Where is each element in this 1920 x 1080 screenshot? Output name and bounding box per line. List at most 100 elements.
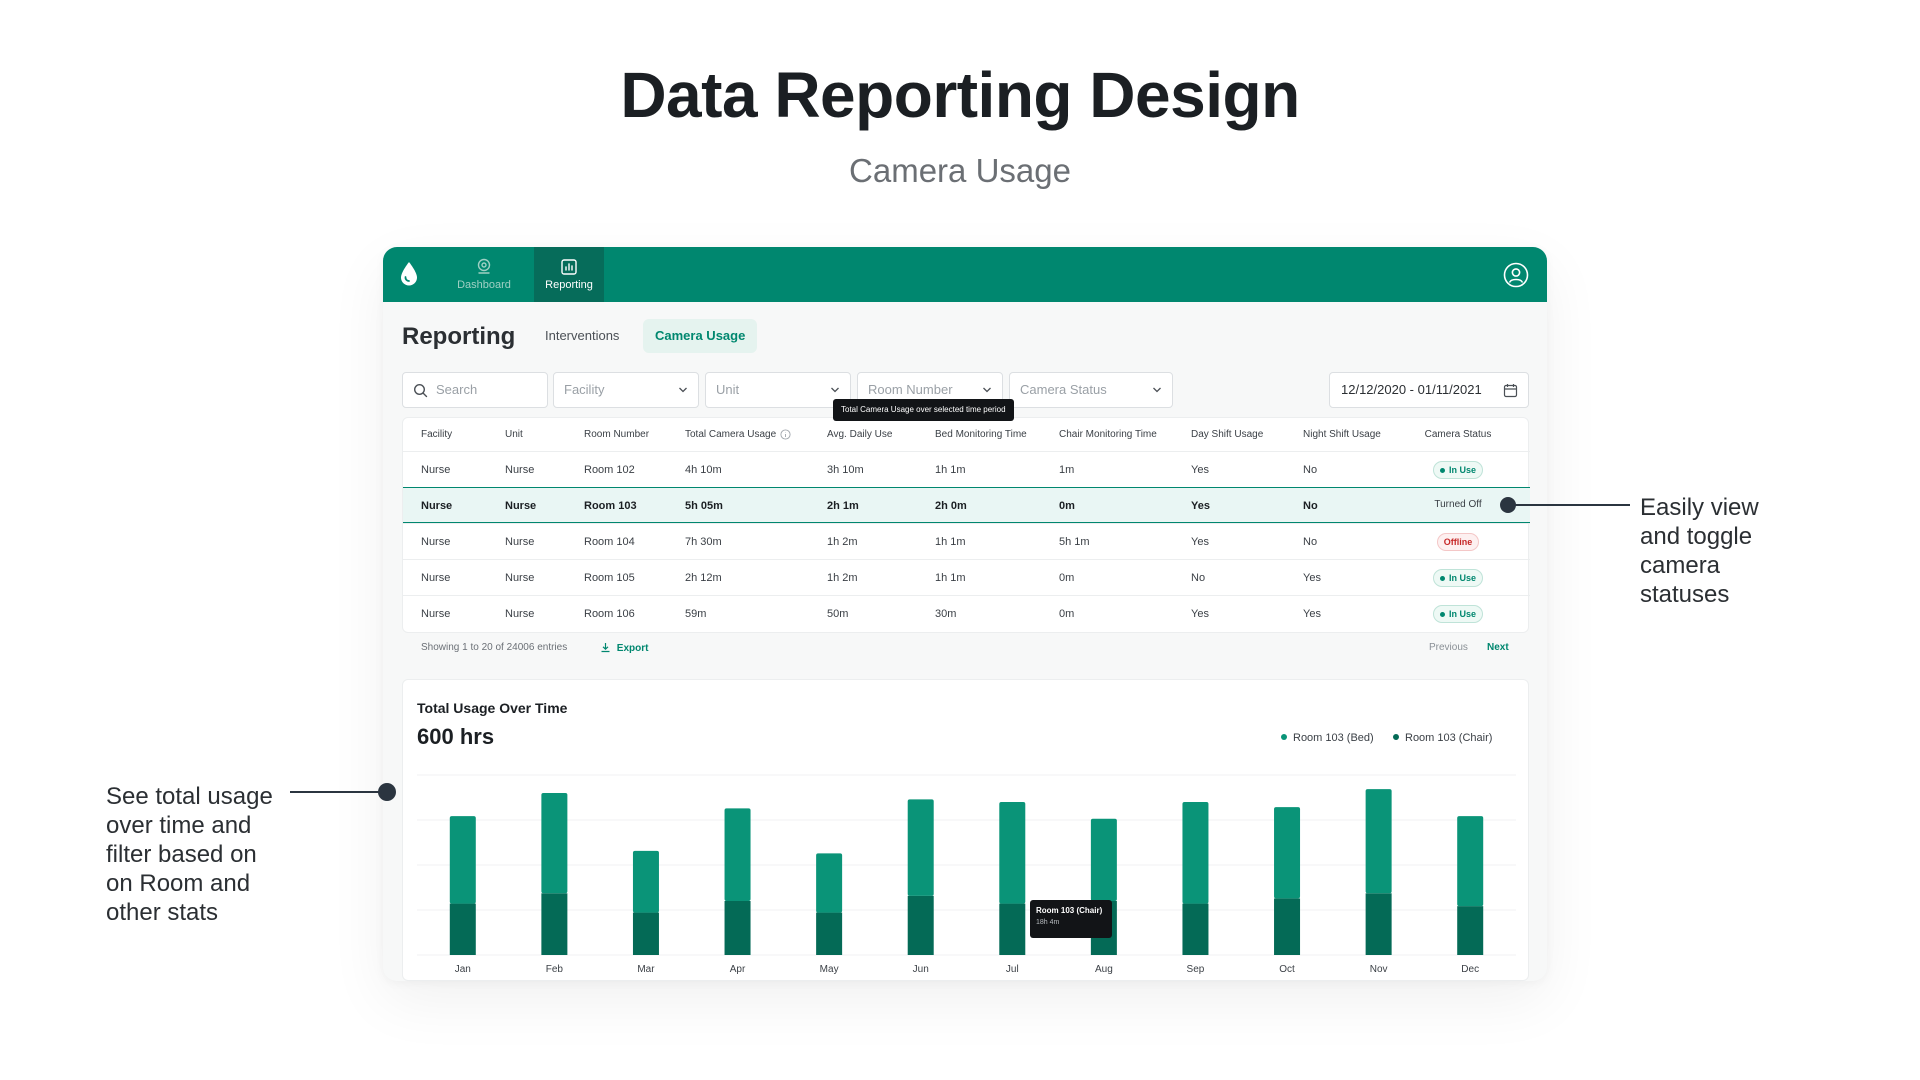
status-badge[interactable]: In Use — [1432, 605, 1483, 624]
cell-day: Yes — [1191, 464, 1209, 476]
usage-chart-card: Total Usage Over Time 600 hrs Room 103 (… — [402, 679, 1529, 981]
nav-reporting[interactable]: Reporting — [534, 247, 604, 302]
facility-select[interactable]: Facility — [553, 372, 699, 408]
chevron-down-icon — [679, 387, 687, 393]
bar-dec-bed[interactable] — [1457, 816, 1484, 907]
legend-item[interactable]: Room 103 (Bed) — [1281, 732, 1374, 744]
cell-status: Turned Off — [1403, 488, 1513, 524]
cell-unit: Nurse — [505, 608, 535, 620]
unit-select[interactable]: Unit — [705, 372, 851, 408]
status-badge[interactable]: In Use — [1432, 569, 1483, 588]
table-row[interactable]: Nurse Nurse Room 102 4h 10m 3h 10m 1h 1m… — [403, 451, 1530, 487]
chart-tooltip-label: Room 103 (Chair) — [1036, 906, 1103, 915]
legend-dot — [1281, 734, 1287, 740]
legend-dot — [1393, 734, 1399, 740]
bar-oct-bed[interactable] — [1274, 807, 1301, 899]
x-tick-label: Sep — [1187, 964, 1205, 975]
column-header[interactable]: Bed Monitoring Time — [935, 418, 1027, 451]
cell-facility: Nurse — [421, 608, 451, 620]
droplet-icon[interactable] — [399, 261, 419, 287]
bar-jun-chair[interactable] — [907, 895, 934, 955]
bar-sep-chair[interactable] — [1182, 903, 1209, 955]
cell-night: No — [1303, 464, 1318, 476]
bar-feb-chair[interactable] — [541, 893, 568, 955]
nav-dashboard[interactable]: Dashboard — [449, 247, 519, 302]
column-header[interactable]: Avg. Daily Use — [827, 418, 892, 451]
info-icon[interactable] — [780, 429, 791, 440]
column-header[interactable]: Unit — [505, 418, 523, 451]
cell-facility: Nurse — [421, 464, 451, 476]
column-header[interactable]: Room Number — [584, 418, 649, 451]
bar-jan-chair[interactable] — [449, 903, 476, 955]
camera-status-select[interactable]: Camera Status — [1009, 372, 1173, 408]
cell-avg: 1h 2m — [827, 572, 858, 584]
bar-jan-bed[interactable] — [449, 816, 476, 904]
search-icon — [413, 383, 428, 398]
date-range-picker[interactable]: 12/12/2020 - 01/11/2021 — [1329, 372, 1529, 408]
search-input[interactable]: Search — [402, 372, 548, 408]
user-circle-icon[interactable] — [1503, 262, 1529, 288]
bar-nov-chair[interactable] — [1365, 893, 1392, 955]
cell-facility: Nurse — [421, 500, 453, 512]
chart-total: 600 hrs — [417, 724, 495, 749]
chart-tooltip: Room 103 (Chair) 18h 4m — [1030, 900, 1112, 938]
status-badge[interactable]: Turned Off — [1428, 497, 1487, 515]
hero-title: Data Reporting Design — [620, 59, 1300, 131]
bar-mar-chair[interactable] — [632, 912, 659, 955]
previous-page-button[interactable]: Previous — [1429, 642, 1468, 653]
tab-camera-usage[interactable]: Camera Usage — [643, 319, 758, 353]
table-row[interactable]: Nurse Nurse Room 104 7h 30m 1h 2m 1h 1m … — [403, 523, 1530, 559]
bar-jun-bed[interactable] — [907, 799, 934, 896]
column-header[interactable]: Facility — [421, 418, 452, 451]
bar-may-bed[interactable] — [816, 853, 843, 913]
x-tick-label: Aug — [1095, 964, 1113, 975]
column-header[interactable]: Chair Monitoring Time — [1059, 418, 1157, 451]
table-row-selected[interactable]: Nurse Nurse Room 103 5h 05m 2h 1m 2h 0m … — [403, 487, 1530, 523]
cell-room: Room 102 — [584, 464, 635, 476]
column-header-label: Total Camera Usage — [685, 429, 777, 440]
bar-jul-bed[interactable] — [999, 802, 1026, 904]
chevron-down-icon — [831, 387, 839, 393]
x-tick-label: Jan — [455, 964, 471, 975]
table-row[interactable]: Nurse Nurse Room 106 59m 50m 30m 0m Yes … — [403, 595, 1530, 631]
status-badge[interactable]: Offline — [1436, 533, 1480, 552]
bar-oct-chair[interactable] — [1274, 898, 1301, 955]
bar-apr-bed[interactable] — [724, 808, 751, 901]
cell-night: No — [1303, 536, 1318, 548]
date-range-value: 12/12/2020 - 01/11/2021 — [1341, 382, 1482, 397]
bar-mar-bed[interactable] — [632, 850, 659, 913]
bar-jul-chair[interactable] — [999, 903, 1026, 955]
legend-item[interactable]: Room 103 (Chair) — [1393, 732, 1492, 744]
column-header[interactable]: Camera Status — [1403, 418, 1513, 451]
x-tick-label: May — [820, 964, 839, 975]
status-badge[interactable]: In Use — [1432, 461, 1483, 480]
usage-bar-chart: Jan Feb Mar Apr May Jun Jul Aug Sep Oct Nov Dec — [417, 774, 1516, 975]
cell-unit: Nurse — [505, 500, 537, 512]
bar-dec-chair[interactable] — [1457, 906, 1484, 955]
cell-chair: 0m — [1059, 500, 1075, 512]
location-pin-icon — [477, 258, 491, 274]
cell-avg: 3h 10m — [827, 464, 864, 476]
bar-nov-bed[interactable] — [1365, 789, 1392, 894]
x-tick-label: Feb — [546, 964, 564, 975]
bar-aug-bed[interactable] — [1090, 818, 1117, 901]
cell-night: Yes — [1303, 608, 1321, 620]
export-button[interactable]: Export — [600, 642, 648, 654]
camera-usage-table: Facility Unit Room Number Total Camera U… — [402, 417, 1530, 633]
legend-label: Room 103 (Bed) — [1293, 732, 1374, 744]
table-row[interactable]: Nurse Nurse Room 105 2h 12m 1h 2m 1h 1m … — [403, 559, 1530, 595]
bar-apr-chair[interactable] — [724, 901, 751, 955]
bar-feb-bed[interactable] — [541, 793, 568, 894]
bar-sep-bed[interactable] — [1182, 802, 1209, 904]
column-header[interactable]: Total Camera Usage — [685, 418, 791, 451]
nav-dashboard-label: Dashboard — [457, 279, 511, 291]
chart-tooltip-value: 18h 4m — [1036, 919, 1060, 926]
cell-status: In Use — [1403, 452, 1513, 488]
bar-may-chair[interactable] — [816, 912, 843, 955]
next-page-button[interactable]: Next — [1487, 642, 1509, 653]
column-header[interactable]: Day Shift Usage — [1191, 418, 1263, 451]
report-chart-icon — [561, 259, 577, 275]
cell-room: Room 105 — [584, 572, 635, 584]
tab-interventions[interactable]: Interventions — [533, 319, 631, 353]
column-header[interactable]: Night Shift Usage — [1303, 418, 1381, 451]
